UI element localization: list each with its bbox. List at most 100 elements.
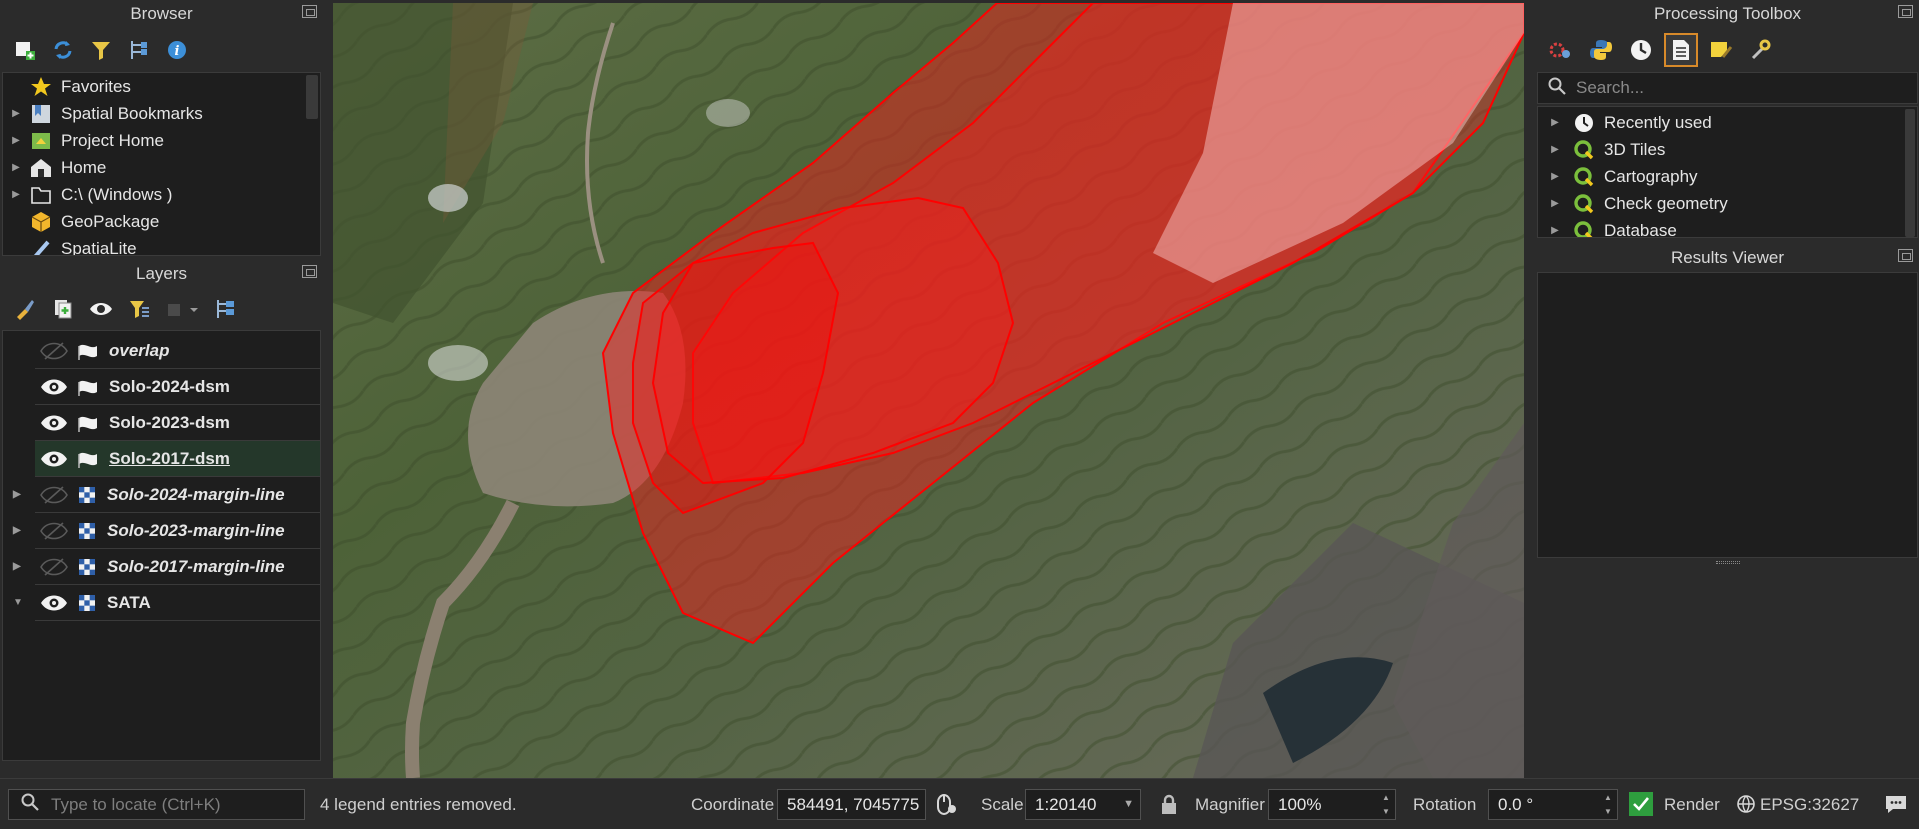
chevron-down-icon[interactable]: ▼	[1123, 798, 1134, 810]
toolbox-scrollbar[interactable]	[1905, 109, 1915, 237]
expand-arrow-icon[interactable]: ▶	[1548, 225, 1562, 236]
collapse-arrow-icon[interactable]: ▼	[13, 597, 23, 608]
browser-item-geopackage[interactable]: GeoPackage	[3, 208, 320, 235]
browser-item-project-home[interactable]: ▶ Project Home	[3, 127, 320, 154]
layer-row[interactable]: overlap	[35, 333, 320, 369]
history-icon[interactable]	[1624, 35, 1658, 65]
messages-icon[interactable]	[1884, 793, 1908, 820]
eye-icon[interactable]	[39, 413, 69, 433]
cloud	[428, 345, 488, 381]
layer-row[interactable]: ▼ SATA	[13, 585, 320, 621]
expand-arrow-icon[interactable]: ▶	[1548, 117, 1562, 128]
eye-hidden-icon[interactable]	[39, 521, 69, 541]
expand-arrow-icon[interactable]: ▶	[1548, 171, 1562, 182]
locator-input[interactable]: Type to locate (Ctrl+K)	[8, 789, 305, 820]
browser-scrollbar[interactable]	[306, 75, 318, 119]
map-svg	[333, 3, 1524, 778]
remove-layer-icon[interactable]	[162, 294, 202, 324]
map-canvas[interactable]	[333, 3, 1524, 778]
spin-arrows-icon[interactable]: ▲ ▼	[1602, 793, 1614, 816]
eye-hidden-icon[interactable]	[39, 485, 69, 505]
add-group-icon[interactable]	[48, 294, 78, 324]
render-checkbox[interactable]	[1629, 792, 1653, 816]
layer-row[interactable]: Solo-2017-dsm	[35, 441, 320, 477]
rotation-spinbox[interactable]: 0.0 ° ▲ ▼	[1488, 789, 1618, 820]
expand-arrow-icon[interactable]: ▶	[13, 525, 21, 536]
dock-splitter[interactable]	[1536, 558, 1919, 566]
results-viewer[interactable]	[1537, 272, 1918, 558]
rotation-label: Rotation	[1413, 795, 1477, 814]
add-layer-icon[interactable]	[10, 35, 40, 65]
layers-tree[interactable]: overlap Solo-2024-dsm Solo-2023-dsm Solo-20…	[2, 330, 321, 761]
qgis-icon	[1572, 220, 1596, 237]
scale-dropdown[interactable]: 1:20140 ▼	[1025, 789, 1141, 820]
toolbox-tree[interactable]: ▶ Recently used ▶ 3D Tiles ▶ Cartography ▶ Chec…	[1537, 106, 1918, 238]
browser-item-label: GeoPackage	[61, 211, 160, 231]
status-bar: Type to locate (Ctrl+K) 4 legend entries…	[0, 778, 1919, 829]
toolbox-search-input[interactable]: Search...	[1537, 72, 1918, 104]
browser-item-spatial-bookmarks[interactable]: ▶ Spatial Bookmarks	[3, 100, 320, 127]
globe-icon[interactable]	[1736, 794, 1756, 819]
browser-title: Browser	[130, 4, 193, 23]
undock-icon[interactable]	[1898, 5, 1913, 18]
eye-icon[interactable]	[39, 449, 69, 469]
layer-row[interactable]: Solo-2024-dsm	[35, 369, 320, 405]
layer-row[interactable]: ▶ Solo-2024-margin-line	[13, 477, 320, 513]
toolbox-item[interactable]: ▶ Recently used	[1538, 109, 1917, 136]
visibility-icon[interactable]	[86, 294, 116, 324]
toolbox-item-label: Cartography	[1604, 166, 1698, 186]
style-icon[interactable]	[10, 294, 40, 324]
eye-icon[interactable]	[39, 377, 69, 397]
eye-hidden-icon[interactable]	[39, 557, 69, 577]
undock-icon[interactable]	[302, 5, 317, 18]
undock-icon[interactable]	[1898, 249, 1913, 262]
edit-features-icon[interactable]	[1704, 35, 1738, 65]
expand-all-icon[interactable]	[210, 294, 240, 324]
models-icon[interactable]	[1544, 35, 1578, 65]
geopackage-icon	[29, 211, 53, 233]
expand-arrow-icon[interactable]: ▶	[9, 108, 23, 119]
clock-icon	[1572, 112, 1596, 134]
crs-label[interactable]: EPSG:32627	[1760, 795, 1859, 815]
magnifier-spinbox[interactable]: 100% ▲ ▼	[1268, 789, 1396, 820]
mouse-toggle-icon[interactable]	[936, 793, 958, 822]
browser-item-favorites[interactable]: Favorites	[3, 73, 320, 100]
expand-arrow-icon[interactable]: ▶	[9, 162, 23, 173]
browser-item-windows-drive[interactable]: ▶ C:\ (Windows )	[3, 181, 320, 208]
layer-name: Solo-2024-margin-line	[107, 484, 285, 504]
eye-icon[interactable]	[39, 593, 69, 613]
coordinate-field[interactable]: 584491, 7045775	[777, 789, 926, 820]
spatialite-icon	[29, 238, 53, 255]
browser-item-spatialite[interactable]: SpatiaLite	[3, 235, 320, 255]
filter-legend-icon[interactable]	[124, 294, 154, 324]
layer-row[interactable]: Solo-2023-dsm	[35, 405, 320, 441]
expand-arrow-icon[interactable]: ▶	[1548, 198, 1562, 209]
browser-item-home[interactable]: ▶ Home	[3, 154, 320, 181]
render-label: Render	[1664, 795, 1720, 814]
filter-icon[interactable]	[86, 35, 116, 65]
expand-arrow-icon[interactable]: ▶	[9, 189, 23, 200]
results-icon[interactable]	[1664, 33, 1698, 67]
eye-hidden-icon[interactable]	[39, 341, 69, 361]
expand-arrow-icon[interactable]: ▶	[1548, 144, 1562, 155]
toolbox-item[interactable]: ▶ 3D Tiles	[1538, 136, 1917, 163]
expand-arrow-icon[interactable]: ▶	[13, 489, 21, 500]
layer-name: Solo-2023-margin-line	[107, 520, 285, 540]
expand-arrow-icon[interactable]: ▶	[9, 135, 23, 146]
python-icon[interactable]	[1584, 35, 1618, 65]
info-icon[interactable]: i	[162, 35, 192, 65]
expand-arrow-icon[interactable]: ▶	[13, 561, 21, 572]
spin-arrows-icon[interactable]: ▲ ▼	[1380, 793, 1392, 816]
undock-icon[interactable]	[302, 265, 317, 278]
collapse-all-icon[interactable]	[124, 35, 154, 65]
browser-tree[interactable]: Favorites ▶ Spatial Bookmarks ▶ Project …	[2, 72, 321, 256]
toolbox-item[interactable]: ▶ Check geometry	[1538, 190, 1917, 217]
refresh-icon[interactable]	[48, 35, 78, 65]
lock-icon[interactable]	[1160, 794, 1178, 821]
options-icon[interactable]	[1744, 35, 1778, 65]
browser-item-label: Favorites	[61, 76, 131, 96]
toolbox-item[interactable]: ▶ Database	[1538, 217, 1917, 237]
toolbox-item[interactable]: ▶ Cartography	[1538, 163, 1917, 190]
layer-row[interactable]: ▶ Solo-2017-margin-line	[13, 549, 320, 585]
layer-row[interactable]: ▶ Solo-2023-margin-line	[13, 513, 320, 549]
